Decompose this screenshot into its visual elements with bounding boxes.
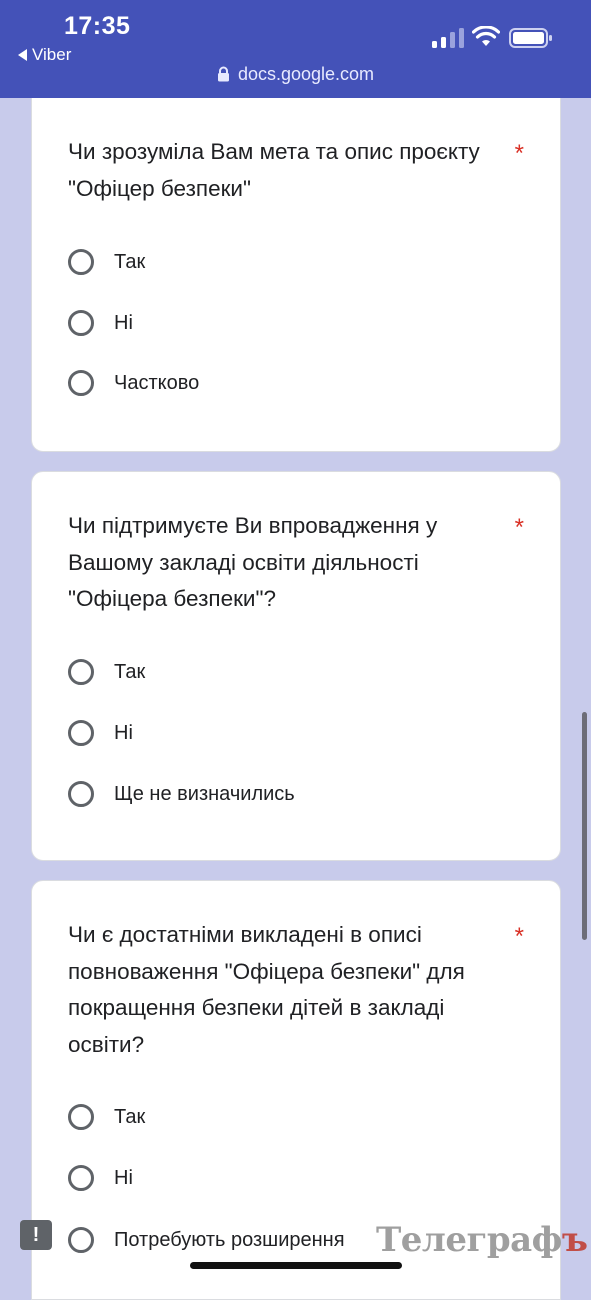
home-indicator[interactable] (190, 1262, 402, 1269)
radio-button-icon[interactable] (68, 720, 94, 746)
radio-button-icon[interactable] (68, 370, 94, 396)
question-card: Чи зрозуміла Вам мета та опис проєкту "О… (31, 98, 561, 452)
radio-button-icon[interactable] (68, 310, 94, 336)
radio-button-icon[interactable] (68, 781, 94, 807)
option-label: Так (114, 660, 146, 683)
radio-option[interactable]: Так (68, 245, 145, 279)
url-text: docs.google.com (237, 64, 375, 84)
radio-button-icon[interactable] (68, 659, 94, 685)
option-label: Ні (114, 721, 133, 744)
option-label: Так (114, 250, 146, 273)
required-asterisk: * (514, 923, 524, 950)
radio-option[interactable]: Ще не визначились (68, 777, 295, 811)
telegraf-watermark-logo: Телеграфъ (376, 1220, 588, 1260)
radio-button-icon[interactable] (68, 1227, 94, 1253)
option-label: Так (114, 1105, 146, 1128)
feedback-icon[interactable]: ! (20, 1220, 52, 1250)
radio-option[interactable]: Частково (68, 366, 199, 400)
radio-option[interactable]: Так (68, 1100, 145, 1134)
required-asterisk: * (514, 140, 524, 167)
battery-icon (509, 28, 552, 48)
option-label: Ні (114, 1166, 133, 1189)
option-label: Ні (114, 311, 133, 334)
back-arrow-icon (18, 49, 27, 61)
option-label: Ще не визначились (114, 782, 295, 805)
back-app-label: Viber (32, 45, 72, 64)
radio-option[interactable]: Ні (68, 1161, 133, 1195)
radio-option[interactable]: Ні (68, 716, 133, 750)
watermark-main-text: Телеграф (376, 1220, 562, 1260)
question-title: Чи підтримуєте Ви впровадження у Вашому … (68, 513, 438, 611)
lock-icon (217, 66, 229, 82)
option-label: Частково (114, 371, 200, 394)
radio-button-icon[interactable] (68, 1104, 94, 1130)
radio-option[interactable]: Потребують розширення (68, 1223, 345, 1257)
page-scrollbar[interactable] (582, 712, 587, 940)
watermark-last-letter: ъ (561, 1220, 588, 1260)
radio-button-icon[interactable] (68, 249, 94, 275)
address-bar[interactable]: docs.google.com (0, 64, 591, 85)
radio-option[interactable]: Так (68, 655, 145, 689)
wifi-icon (472, 26, 500, 46)
question-card: Чи підтримуєте Ви впровадження у Вашому … (31, 471, 561, 861)
radio-option[interactable]: Ні (68, 306, 133, 340)
back-to-app-link[interactable]: Viber (18, 45, 71, 65)
status-time: 17:35 (64, 12, 131, 40)
question-title: Чи зрозуміла Вам мета та опис проєкту "О… (68, 139, 480, 201)
question-title: Чи є достатніми викладені в описі повнов… (68, 922, 465, 1057)
browser-top-bar: 17:35 Viber docs.google.com (0, 0, 591, 98)
option-label: Потребують розширення (114, 1228, 345, 1251)
radio-button-icon[interactable] (68, 1165, 94, 1191)
required-asterisk: * (514, 514, 524, 541)
cellular-signal-icon (432, 28, 464, 48)
